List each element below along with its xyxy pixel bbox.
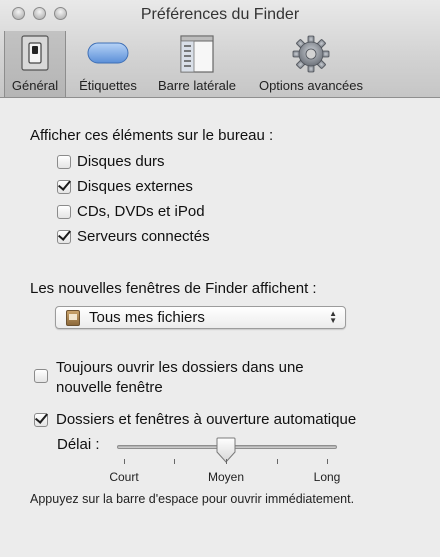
connected-servers-checkbox[interactable]: [57, 229, 71, 244]
checkbox-connected-servers[interactable]: Serveurs connectés: [57, 228, 210, 245]
new-windows-heading: Les nouvelles fenêtres de Finder affiche…: [30, 280, 317, 297]
tab-general[interactable]: Général: [4, 31, 66, 97]
tick-mark: [226, 459, 227, 464]
tab-general-label: Général: [11, 78, 59, 93]
tick-mark: [277, 459, 278, 464]
finder-preferences-window: Préférences du Finder Général Étiquettes…: [0, 0, 440, 557]
window-title: Préférences du Finder: [140, 6, 300, 23]
tick-mark: [327, 459, 328, 464]
delay-label: Délai :: [57, 436, 100, 453]
all-files-icon: [66, 309, 80, 326]
tab-labels-label: Étiquettes: [79, 78, 137, 93]
cds-dvds-ipods-checkbox[interactable]: [57, 204, 71, 219]
general-switch-icon: [20, 35, 50, 76]
spring-loaded-checkbox[interactable]: [34, 412, 48, 427]
external-disks-label: Disques externes: [77, 178, 193, 195]
external-disks-checkbox[interactable]: [57, 179, 71, 194]
sidebar-icon: [179, 35, 215, 78]
cds-dvds-ipods-label: CDs, DVDs et iPod: [77, 203, 205, 220]
desktop-items-heading: Afficher ces éléments sur le bureau :: [30, 127, 274, 144]
checkbox-open-new-window[interactable]: Toujours ouvrir les dossiers dans une no…: [34, 358, 304, 398]
tick-mark: [174, 459, 175, 464]
tick-label-short: Court: [109, 470, 139, 484]
popup-arrows-icon: ▲ ▼: [329, 309, 337, 325]
checkbox-cds-dvds-ipods[interactable]: CDs, DVDs et iPod: [57, 203, 205, 220]
spring-loaded-label: Dossiers et fenêtres à ouverture automat…: [56, 411, 357, 428]
tick-mark: [124, 459, 125, 464]
checkbox-hard-disks[interactable]: Disques durs: [57, 153, 165, 170]
general-pane: Afficher ces éléments sur le bureau : Di…: [0, 98, 440, 557]
open-new-window-checkbox[interactable]: [34, 369, 48, 383]
gear-icon: [292, 35, 330, 78]
tab-labels[interactable]: Étiquettes: [70, 31, 146, 97]
new-window-target-popup[interactable]: Tous mes fichiers ▲ ▼: [55, 306, 346, 329]
connected-servers-label: Serveurs connectés: [77, 228, 210, 245]
open-new-window-label-line1: Toujours ouvrir les dossiers dans une: [56, 359, 304, 376]
popup-selected-value: Tous mes fichiers: [89, 309, 205, 326]
tab-advanced-label: Options avancées: [258, 78, 364, 93]
tick-label-long: Long: [313, 470, 341, 484]
preferences-toolbar: Général Étiquettes Barre latérale Option…: [0, 31, 440, 97]
tab-sidebar-label: Barre latérale: [157, 78, 237, 93]
hard-disks-checkbox[interactable]: [57, 154, 71, 169]
tab-sidebar[interactable]: Barre latérale: [148, 31, 246, 97]
hard-disks-label: Disques durs: [77, 153, 165, 170]
label-tag-icon: [87, 42, 129, 69]
open-new-window-label-line2: nouvelle fenêtre: [56, 379, 163, 396]
tab-advanced[interactable]: Options avancées: [250, 31, 372, 97]
tick-label-medium: Moyen: [207, 470, 245, 484]
title-bar: Préférences du Finder Général Étiquettes…: [0, 0, 440, 98]
checkbox-external-disks[interactable]: Disques externes: [57, 178, 193, 195]
checkbox-spring-loaded[interactable]: Dossiers et fenêtres à ouverture automat…: [34, 411, 356, 428]
spacebar-hint: Appuyez sur la barre d'espace pour ouvri…: [30, 492, 355, 506]
